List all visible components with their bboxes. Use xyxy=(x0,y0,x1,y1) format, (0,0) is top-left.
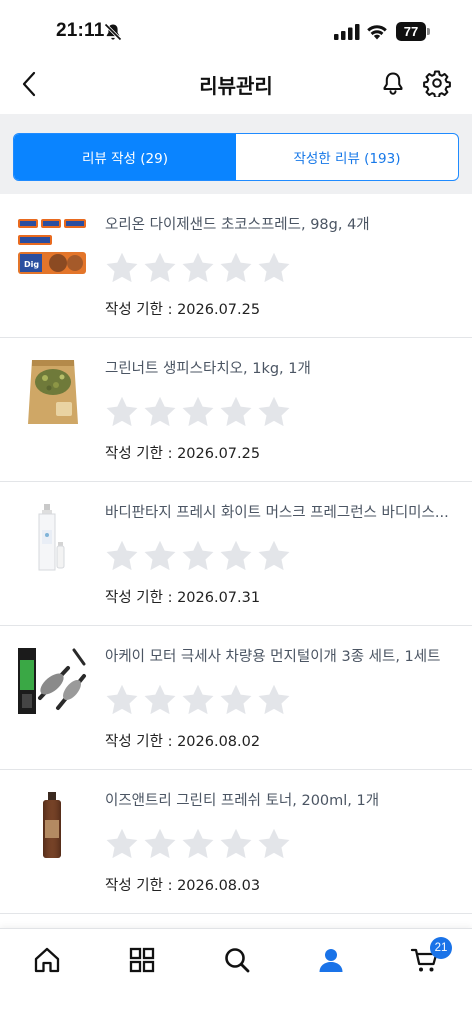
star-icon[interactable] xyxy=(142,538,178,574)
star-rating[interactable] xyxy=(104,250,292,288)
review-deadline: 작성 기한 : 2026.07.25 xyxy=(105,302,261,318)
signal-icon xyxy=(334,24,360,40)
cart-count-badge: 21 xyxy=(430,937,452,959)
status-time: 21:11 xyxy=(56,20,105,41)
review-tabs: 리뷰 작성 (29) 작성한 리뷰 (193) xyxy=(13,133,459,181)
bell-muted-icon xyxy=(104,23,122,41)
star-icon[interactable] xyxy=(256,826,292,862)
gear-icon[interactable] xyxy=(423,69,451,97)
star-icon[interactable] xyxy=(180,682,216,718)
review-deadline: 작성 기한 : 2026.08.02 xyxy=(105,734,261,750)
svg-text:Dig: Dig xyxy=(24,260,39,269)
star-icon[interactable] xyxy=(104,682,140,718)
star-icon[interactable] xyxy=(104,394,140,430)
star-rating[interactable] xyxy=(104,538,292,576)
product-name[interactable]: 그린너트 생피스타치오, 1kg, 1개 xyxy=(105,357,450,378)
star-icon[interactable] xyxy=(180,394,216,430)
user-icon[interactable] xyxy=(316,945,346,975)
product-image[interactable] xyxy=(18,646,88,716)
nav-my-page[interactable] xyxy=(316,945,346,975)
review-deadline: 작성 기한 : 2026.07.25 xyxy=(105,446,261,462)
bell-icon[interactable] xyxy=(380,70,406,96)
star-icon[interactable] xyxy=(256,394,292,430)
star-icon[interactable] xyxy=(256,250,292,286)
star-icon[interactable] xyxy=(142,826,178,862)
star-icon[interactable] xyxy=(256,682,292,718)
product-image[interactable] xyxy=(18,790,88,860)
list-item[interactable]: 바디판타지 프레시 화이트 머스크 프레그런스 바디미스... 작성 기한 : … xyxy=(0,482,472,626)
battery-indicator: 77 xyxy=(396,22,430,41)
grid-icon[interactable] xyxy=(127,945,157,975)
nav-home[interactable] xyxy=(32,945,62,975)
list-item[interactable]: 이즈앤트리 그린티 프레쉬 토너, 200ml, 1개 작성 기한 : 2026… xyxy=(0,770,472,914)
nav-search[interactable] xyxy=(222,945,252,975)
list-item[interactable]: Dig 오리온 다이제샌드 초코스프레드, 98g, 4개 작성 기한 : 20… xyxy=(0,194,472,338)
star-icon[interactable] xyxy=(104,826,140,862)
star-icon[interactable] xyxy=(256,538,292,574)
review-deadline: 작성 기한 : 2026.08.03 xyxy=(105,878,261,894)
home-icon[interactable] xyxy=(32,945,62,975)
list-item[interactable]: 아케이 모터 극세사 차량용 먼지털이개 3종 세트, 1세트 작성 기한 : … xyxy=(0,626,472,770)
battery-level: 77 xyxy=(396,22,426,41)
star-icon[interactable] xyxy=(218,250,254,286)
tab-write-review[interactable]: 리뷰 작성 (29) xyxy=(14,134,236,180)
star-icon[interactable] xyxy=(180,538,216,574)
star-icon[interactable] xyxy=(218,826,254,862)
star-rating[interactable] xyxy=(104,682,292,720)
product-image[interactable] xyxy=(18,502,88,572)
product-image[interactable] xyxy=(18,358,88,428)
nav-categories[interactable] xyxy=(127,945,157,975)
review-deadline: 작성 기한 : 2026.07.31 xyxy=(105,590,261,606)
review-list: Dig 오리온 다이제샌드 초코스프레드, 98g, 4개 작성 기한 : 20… xyxy=(0,194,472,914)
star-icon[interactable] xyxy=(104,250,140,286)
battery-tip xyxy=(427,28,430,35)
star-icon[interactable] xyxy=(142,394,178,430)
product-name[interactable]: 아케이 모터 극세사 차량용 먼지털이개 3종 세트, 1세트 xyxy=(105,645,450,666)
product-image[interactable]: Dig xyxy=(18,214,88,284)
tabs-band: 리뷰 작성 (29) 작성한 리뷰 (193) xyxy=(0,114,472,194)
list-item[interactable]: 그린너트 생피스타치오, 1kg, 1개 작성 기한 : 2026.07.25 xyxy=(0,338,472,482)
bottom-nav: 21 xyxy=(0,928,472,1024)
search-icon[interactable] xyxy=(222,945,252,975)
star-icon[interactable] xyxy=(218,538,254,574)
star-icon[interactable] xyxy=(180,826,216,862)
wifi-icon xyxy=(367,25,387,40)
product-name[interactable]: 오리온 다이제샌드 초코스프레드, 98g, 4개 xyxy=(105,213,450,234)
status-bar: 21:11 77 xyxy=(0,0,472,60)
app-header: 리뷰관리 xyxy=(0,58,472,110)
product-name[interactable]: 이즈앤트리 그린티 프레쉬 토너, 200ml, 1개 xyxy=(105,789,450,810)
tab-written-reviews[interactable]: 작성한 리뷰 (193) xyxy=(236,134,458,180)
star-icon[interactable] xyxy=(218,394,254,430)
star-rating[interactable] xyxy=(104,394,292,432)
product-name[interactable]: 바디판타지 프레시 화이트 머스크 프레그런스 바디미스... xyxy=(105,501,450,522)
star-icon[interactable] xyxy=(218,682,254,718)
star-icon[interactable] xyxy=(142,250,178,286)
star-rating[interactable] xyxy=(104,826,292,864)
star-icon[interactable] xyxy=(180,250,216,286)
star-icon[interactable] xyxy=(104,538,140,574)
star-icon[interactable] xyxy=(142,682,178,718)
